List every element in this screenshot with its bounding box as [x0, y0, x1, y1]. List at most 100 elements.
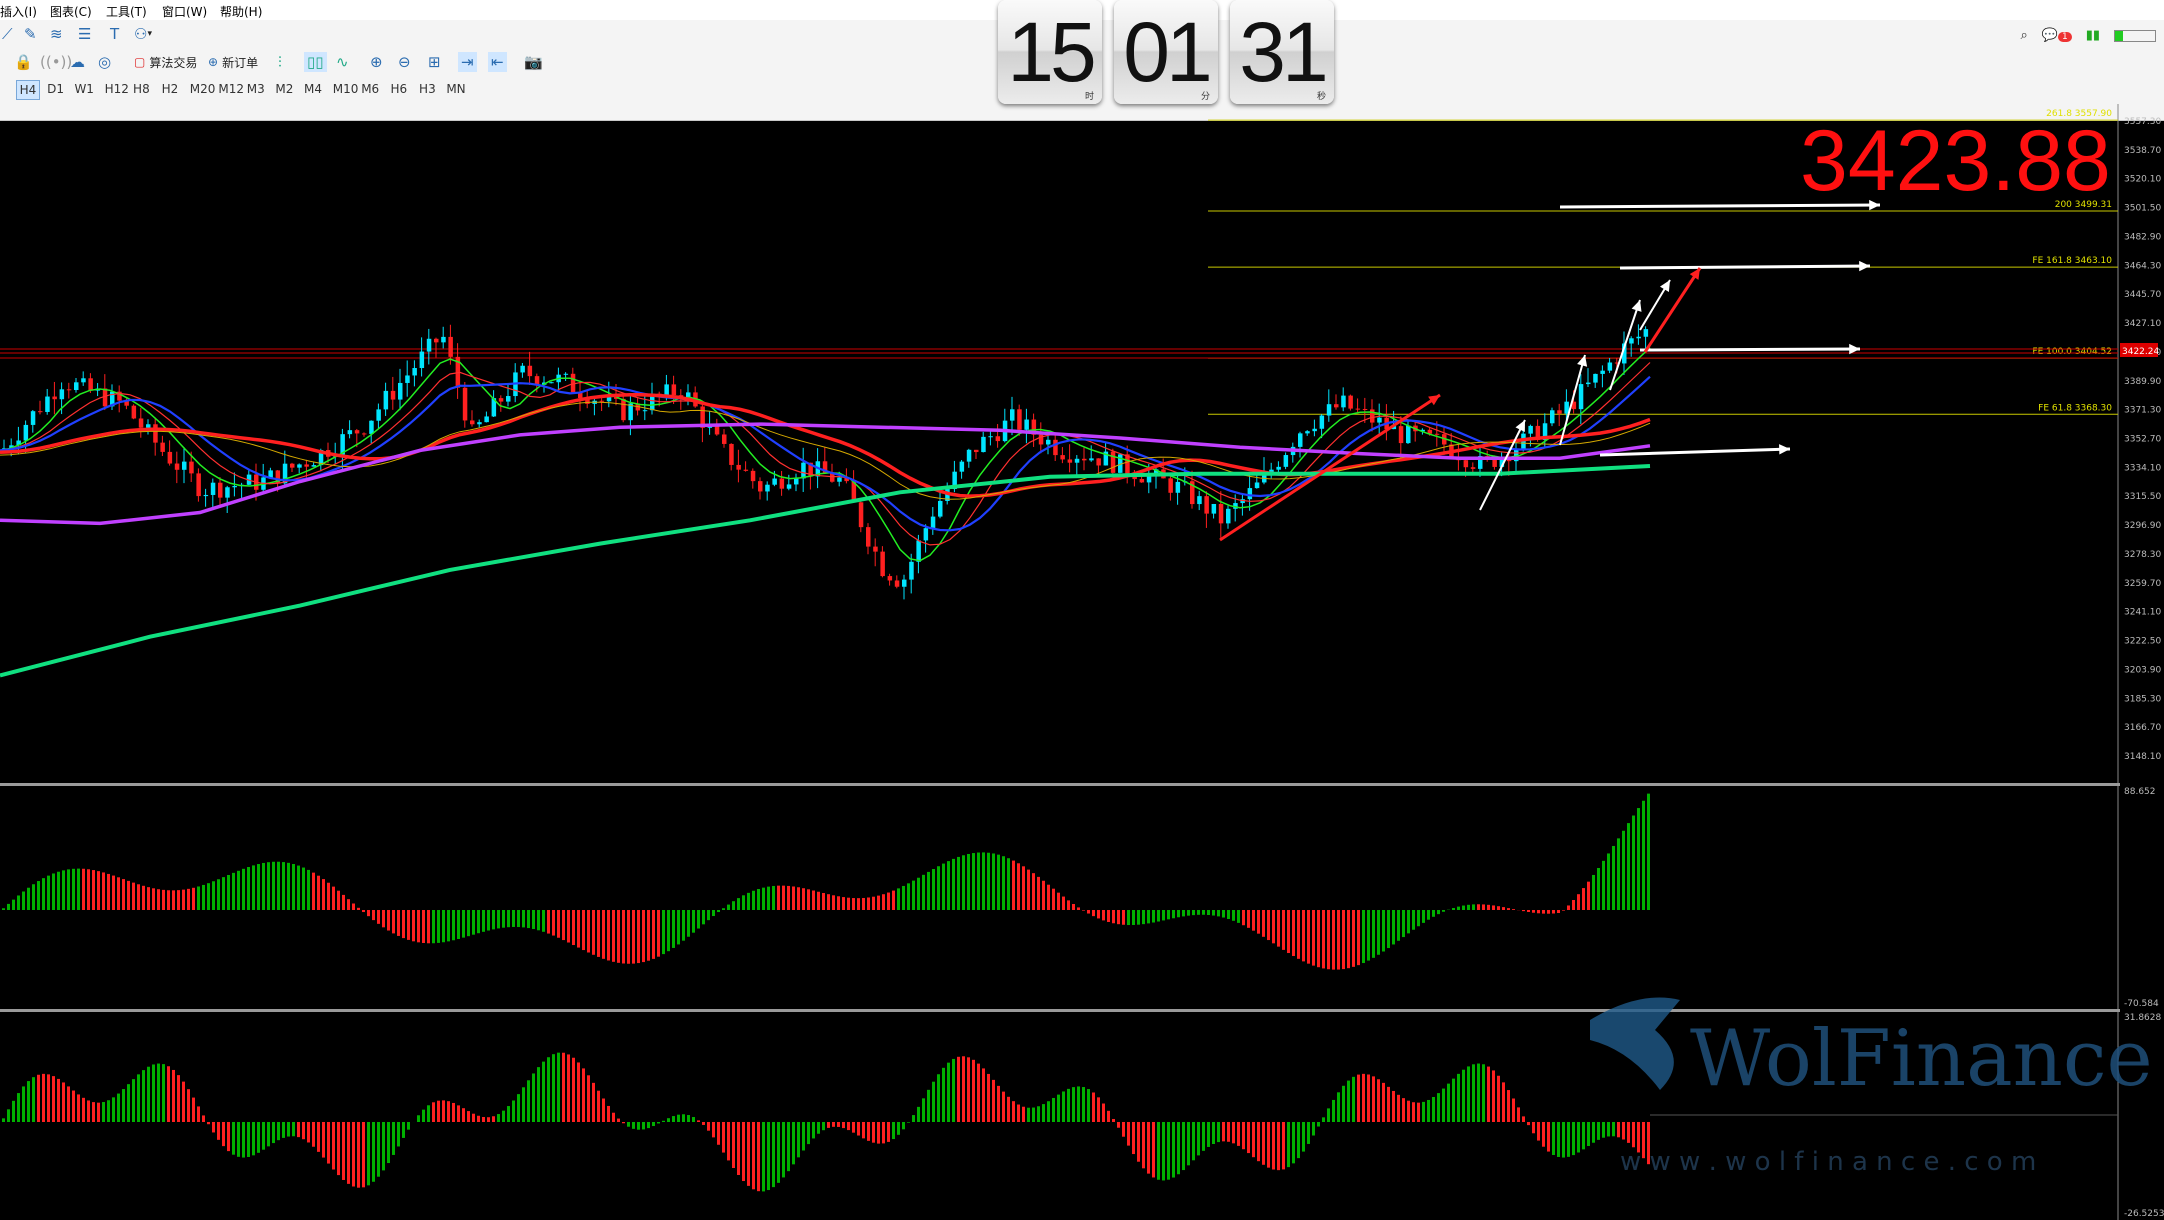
- globe-icon[interactable]: ◎: [98, 52, 111, 72]
- macd-bar: [742, 895, 745, 910]
- timeframe-m20[interactable]: M20: [188, 80, 218, 98]
- candle-body: [966, 449, 972, 462]
- algo-trading-button[interactable]: ▢ 算法交易: [134, 52, 197, 72]
- zoom-out-icon[interactable]: ⊖: [398, 52, 411, 72]
- timeframe-mn[interactable]: MN: [445, 80, 467, 98]
- menu-charts[interactable]: 图表(C): [50, 3, 92, 20]
- timeframe-m2[interactable]: M2: [273, 80, 295, 98]
- osc-bar: [1032, 1107, 1035, 1122]
- timeframe-h3[interactable]: H3: [416, 80, 438, 98]
- macd-bar: [62, 870, 65, 910]
- search-icon[interactable]: ⌕: [2020, 28, 2027, 43]
- osc-bar: [1412, 1102, 1415, 1122]
- candle-body: [1362, 408, 1368, 410]
- macd-bar: [92, 870, 95, 910]
- osc-bar: [112, 1097, 115, 1122]
- osc-bar: [217, 1122, 220, 1140]
- osc-bar: [12, 1100, 15, 1122]
- candlestick-icon[interactable]: ▯▯: [304, 52, 327, 72]
- macd-bar: [267, 862, 270, 910]
- candle-body: [1226, 508, 1231, 524]
- macd-bar: [1152, 910, 1155, 923]
- osc-bar: [622, 1122, 625, 1124]
- timeframe-h2[interactable]: H2: [159, 80, 181, 98]
- new-order-button[interactable]: ⊕ 新订单: [208, 52, 258, 72]
- bar-chart-icon[interactable]: ⫶: [278, 52, 282, 72]
- macd-bar: [7, 903, 10, 910]
- fibonacci-icon[interactable]: ☰: [78, 24, 91, 44]
- osc-bar: [862, 1122, 865, 1139]
- channel-icon[interactable]: ≋: [50, 24, 63, 44]
- timeframe-w1[interactable]: W1: [73, 80, 95, 98]
- timeframe-m6[interactable]: M6: [359, 80, 381, 98]
- menu-window[interactable]: 窗口(W): [162, 3, 207, 20]
- timeframe-m12[interactable]: M12: [216, 80, 246, 98]
- osc-bar: [1397, 1094, 1400, 1122]
- timeframe-m10[interactable]: M10: [331, 80, 361, 98]
- candle-body: [59, 389, 65, 400]
- text-tool-icon[interactable]: T: [110, 24, 119, 44]
- osc-bar: [227, 1122, 230, 1152]
- screenshot-icon[interactable]: 📷: [524, 52, 543, 72]
- cloud-icon[interactable]: ☁: [70, 52, 85, 72]
- chart-shift-icon[interactable]: ⇤: [488, 52, 507, 72]
- osc-bar: [737, 1122, 740, 1175]
- macd-bar: [582, 910, 585, 951]
- timeframe-m3[interactable]: M3: [245, 80, 267, 98]
- macd-bar: [942, 863, 945, 910]
- timeframe-h4[interactable]: H4: [16, 80, 40, 100]
- macd-bar: [492, 910, 495, 930]
- macd-bar: [652, 910, 655, 959]
- line-tool-icon[interactable]: ⟋: [2, 24, 13, 44]
- osc-bar: [1187, 1122, 1190, 1166]
- osc-bar: [797, 1122, 800, 1158]
- candle-body: [1067, 459, 1073, 463]
- timeframe-m4[interactable]: M4: [302, 80, 324, 98]
- macd-bar: [1097, 910, 1100, 919]
- macd-bar: [727, 904, 730, 910]
- macd-bar: [627, 910, 630, 964]
- osc-bar: [1092, 1092, 1095, 1122]
- osc-bar: [1152, 1122, 1155, 1178]
- macd-bar: [677, 910, 680, 945]
- osc-bar: [1257, 1122, 1260, 1162]
- autoscroll-icon[interactable]: ⇥: [458, 52, 477, 72]
- macd-bar: [422, 910, 425, 943]
- macd-bar: [722, 908, 725, 910]
- lock-icon[interactable]: 🔒: [14, 52, 33, 72]
- timeframe-h6[interactable]: H6: [388, 80, 410, 98]
- osc-bar: [1502, 1082, 1505, 1122]
- osc-bar: [1062, 1091, 1065, 1122]
- timeframe-h8[interactable]: H8: [130, 80, 152, 98]
- macd-bar: [1347, 910, 1350, 969]
- osc-bar: [1327, 1108, 1330, 1122]
- candle-body: [470, 420, 475, 425]
- macd-bar: [1617, 838, 1620, 910]
- osc-bar: [1487, 1066, 1490, 1122]
- candle-body: [779, 478, 785, 489]
- candle-body: [1074, 458, 1080, 463]
- osc-bar: [1357, 1074, 1360, 1122]
- pen-icon[interactable]: ✎: [24, 24, 37, 44]
- timeframe-d1[interactable]: D1: [45, 80, 67, 98]
- osc-bar: [97, 1102, 100, 1122]
- menu-tools[interactable]: 工具(T): [106, 3, 147, 20]
- macd-bar: [297, 865, 300, 910]
- signal-icon[interactable]: ((•)): [40, 52, 72, 72]
- timeframe-h12[interactable]: H12: [102, 80, 132, 98]
- osc-bar: [937, 1074, 940, 1122]
- notifications-icon[interactable]: 💬 1: [2042, 28, 2072, 43]
- osc-bar: [387, 1122, 390, 1164]
- osc-bar: [597, 1090, 600, 1122]
- osc-bar: [1282, 1122, 1285, 1170]
- candle-body: [268, 470, 273, 478]
- shapes-icon[interactable]: ⚇ ▾: [134, 24, 152, 44]
- grid-icon[interactable]: ⊞: [428, 52, 441, 72]
- menu-help[interactable]: 帮助(H): [220, 3, 262, 20]
- macd-bar: [1592, 874, 1595, 910]
- osc-bar: [1587, 1122, 1590, 1146]
- line-chart-icon[interactable]: ∿: [336, 52, 349, 72]
- zoom-in-icon[interactable]: ⊕: [370, 52, 383, 72]
- price-chart[interactable]: 3557.30 3538.70 3520.10 3501.50 3482.90 3464.…: [0, 104, 2164, 1220]
- menu-insert[interactable]: 插入(I): [0, 3, 37, 20]
